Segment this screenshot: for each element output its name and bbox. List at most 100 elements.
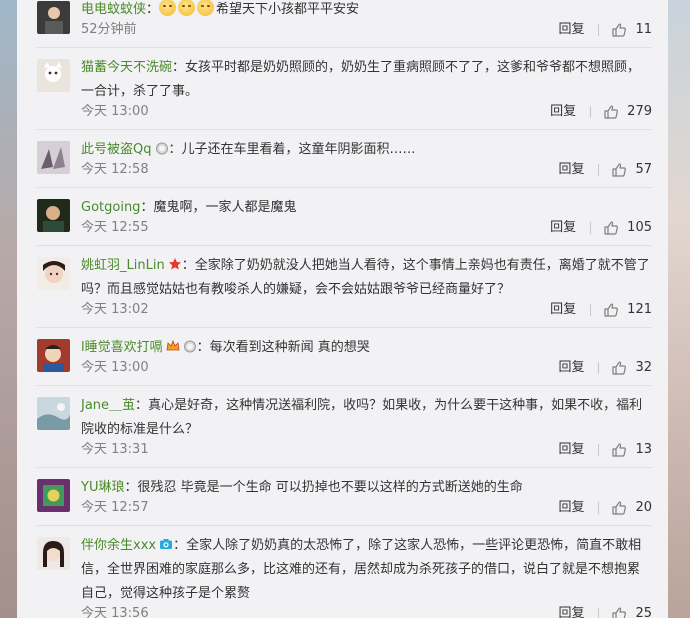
comment-username[interactable]: YU琳琅 xyxy=(81,480,124,495)
like-button[interactable]: 279 xyxy=(603,102,652,122)
comment-actions: 回复 20 xyxy=(558,498,652,518)
like-count: 25 xyxy=(635,606,652,618)
comment-list: 电电蚊蚊侠： 希望天下小孩都平平安安 52分钟前 回复 11 猫蓄今天不洗碗：女孩… xyxy=(17,0,668,618)
reply-button[interactable]: 回复 xyxy=(550,218,576,238)
comment-content: YU琳琅：很残忍 毕竟是一个生命 可以扔掉也不要以这样的方式断送她的生命 xyxy=(81,476,652,500)
like-button[interactable]: 121 xyxy=(603,300,652,320)
comment-username[interactable]: Gotgoing xyxy=(81,200,140,215)
avatar[interactable] xyxy=(37,1,70,34)
comment-content: Gotgoing：魔鬼啊，一家人都是魔鬼 xyxy=(81,196,652,220)
action-divider xyxy=(590,222,592,234)
comment-meta: 今天 13:31 回复 13 xyxy=(81,440,652,460)
comment-username[interactable]: 电电蚊蚊侠 xyxy=(81,2,146,17)
reply-button[interactable]: 回复 xyxy=(550,300,576,320)
comment-item: l睡觉喜欢打嗝 ：每次看到这种新闻 真的想哭 今天 13:00 回复 32 xyxy=(17,328,668,386)
comment-timestamp: 今天 13:02 xyxy=(81,302,149,317)
crown-badge-icon xyxy=(166,339,180,353)
comment-meta: 今天 13:56 回复 25 xyxy=(81,604,652,618)
comment-username[interactable]: l睡觉喜欢打嗝 xyxy=(81,340,163,355)
comment-timestamp: 52分钟前 xyxy=(81,22,137,37)
action-divider xyxy=(598,502,600,514)
avatar[interactable] xyxy=(37,537,70,570)
action-divider xyxy=(598,24,600,36)
avatar[interactable] xyxy=(37,257,70,290)
comment-actions: 回复 279 xyxy=(550,102,652,122)
like-button[interactable]: 32 xyxy=(611,358,652,378)
avatar[interactable] xyxy=(37,199,70,232)
colon-separator: ： xyxy=(168,142,182,157)
comment-content: 电电蚊蚊侠： 希望天下小孩都平平安安 xyxy=(81,0,652,22)
comment-actions: 回复 11 xyxy=(558,20,652,40)
comment-timestamp: 今天 13:00 xyxy=(81,360,149,375)
avatar[interactable] xyxy=(37,339,70,372)
background-right xyxy=(668,0,690,618)
comment-actions: 回复 13 xyxy=(558,440,652,460)
comment-content: l睡觉喜欢打嗝 ：每次看到这种新闻 真的想哭 xyxy=(81,336,652,360)
comment-timestamp: 今天 13:56 xyxy=(81,606,149,618)
like-button[interactable]: 25 xyxy=(611,604,652,618)
thumbs-up-icon xyxy=(603,220,627,236)
comment-item: 猫蓄今天不洗碗：女孩平时都是奶奶照顾的，奶奶生了重病照顾不了了，这爹和爷爷都不想… xyxy=(17,48,668,130)
comment-content: Jane＿茧：真心是好奇，这种情况送福利院，收吗？如果收，为什么要干这种事，如果… xyxy=(81,394,652,442)
comment-timestamp: 今天 12:57 xyxy=(81,500,149,515)
action-divider xyxy=(598,608,600,618)
comment-panel: 电电蚊蚊侠： 希望天下小孩都平平安安 52分钟前 回复 11 猫蓄今天不洗碗：女孩… xyxy=(17,0,668,618)
comment-item: YU琳琅：很残忍 毕竟是一个生命 可以扔掉也不要以这样的方式断送她的生命 今天 … xyxy=(17,468,668,526)
comment-meta: 今天 13:00 回复 32 xyxy=(81,358,652,378)
comment-text: 真心是好奇，这种情况送福利院，收吗？如果收，为什么要干这种事，如果不收，福利院收… xyxy=(81,398,643,437)
avatar[interactable] xyxy=(37,479,70,512)
comment-text: 儿子还在车里看着，这童年阴影面积…… xyxy=(181,142,416,157)
like-count: 11 xyxy=(635,22,652,37)
medal-badge-icon xyxy=(155,141,169,155)
thumbs-up-icon xyxy=(611,22,635,38)
comment-timestamp: 今天 12:55 xyxy=(81,220,149,235)
reply-button[interactable]: 回复 xyxy=(558,604,584,618)
comment-meta: 52分钟前 回复 11 xyxy=(81,20,652,40)
avatar[interactable] xyxy=(37,141,70,174)
comment-username[interactable]: Jane＿茧 xyxy=(81,398,135,413)
background-left xyxy=(0,0,17,618)
thumbs-up-icon xyxy=(611,500,635,516)
star-badge-icon xyxy=(168,257,182,271)
comment-content: 猫蓄今天不洗碗：女孩平时都是奶奶照顾的，奶奶生了重病照顾不了了，这爹和爷爷都不想… xyxy=(81,56,652,104)
comment-username[interactable]: 猫蓄今天不洗碗 xyxy=(81,60,172,75)
colon-separator: ： xyxy=(135,398,149,413)
reply-button[interactable]: 回复 xyxy=(558,358,584,378)
action-divider xyxy=(590,304,592,316)
thumbs-up-icon xyxy=(611,606,635,618)
like-button[interactable]: 105 xyxy=(603,218,652,238)
comment-item: 姚虹羽_LinLin ：全家除了奶奶就没人把她当人看待，这个事情上亲妈也有责任，离… xyxy=(17,246,668,328)
like-count: 57 xyxy=(635,162,652,177)
comment-username[interactable]: 姚虹羽_LinLin xyxy=(81,258,165,273)
like-button[interactable]: 13 xyxy=(611,440,652,460)
reply-button[interactable]: 回复 xyxy=(550,102,576,122)
avatar[interactable] xyxy=(37,59,70,92)
comment-username[interactable]: 伴你余生xxx xyxy=(81,538,156,553)
reply-button[interactable]: 回复 xyxy=(558,440,584,460)
comment-timestamp: 今天 12:58 xyxy=(81,162,149,177)
comment-meta: 今天 13:02 回复 121 xyxy=(81,300,652,320)
comment-timestamp: 今天 13:31 xyxy=(81,442,149,457)
reply-button[interactable]: 回复 xyxy=(558,160,584,180)
like-button[interactable]: 11 xyxy=(611,20,652,40)
colon-separator: ： xyxy=(124,480,138,495)
like-button[interactable]: 57 xyxy=(611,160,652,180)
like-count: 105 xyxy=(627,220,652,235)
action-divider xyxy=(590,106,592,118)
like-button[interactable]: 20 xyxy=(611,498,652,518)
comment-username[interactable]: 此号被盗Qq xyxy=(81,142,152,157)
like-count: 279 xyxy=(627,104,652,119)
colon-separator: ： xyxy=(172,60,186,75)
comment-item: Gotgoing：魔鬼啊，一家人都是魔鬼 今天 12:55 回复 105 xyxy=(17,188,668,246)
comment-actions: 回复 25 xyxy=(558,604,652,618)
avatar[interactable] xyxy=(37,397,70,430)
camera-badge-icon xyxy=(159,537,173,551)
medal-badge-icon xyxy=(183,339,197,353)
like-count: 32 xyxy=(635,360,652,375)
thumbs-up-icon xyxy=(603,104,627,120)
comment-item: 电电蚊蚊侠： 希望天下小孩都平平安安 52分钟前 回复 11 xyxy=(17,0,668,48)
reply-button[interactable]: 回复 xyxy=(558,498,584,518)
thumbs-up-icon xyxy=(611,360,635,376)
smile-emoji-icon xyxy=(178,0,196,16)
reply-button[interactable]: 回复 xyxy=(558,20,584,40)
